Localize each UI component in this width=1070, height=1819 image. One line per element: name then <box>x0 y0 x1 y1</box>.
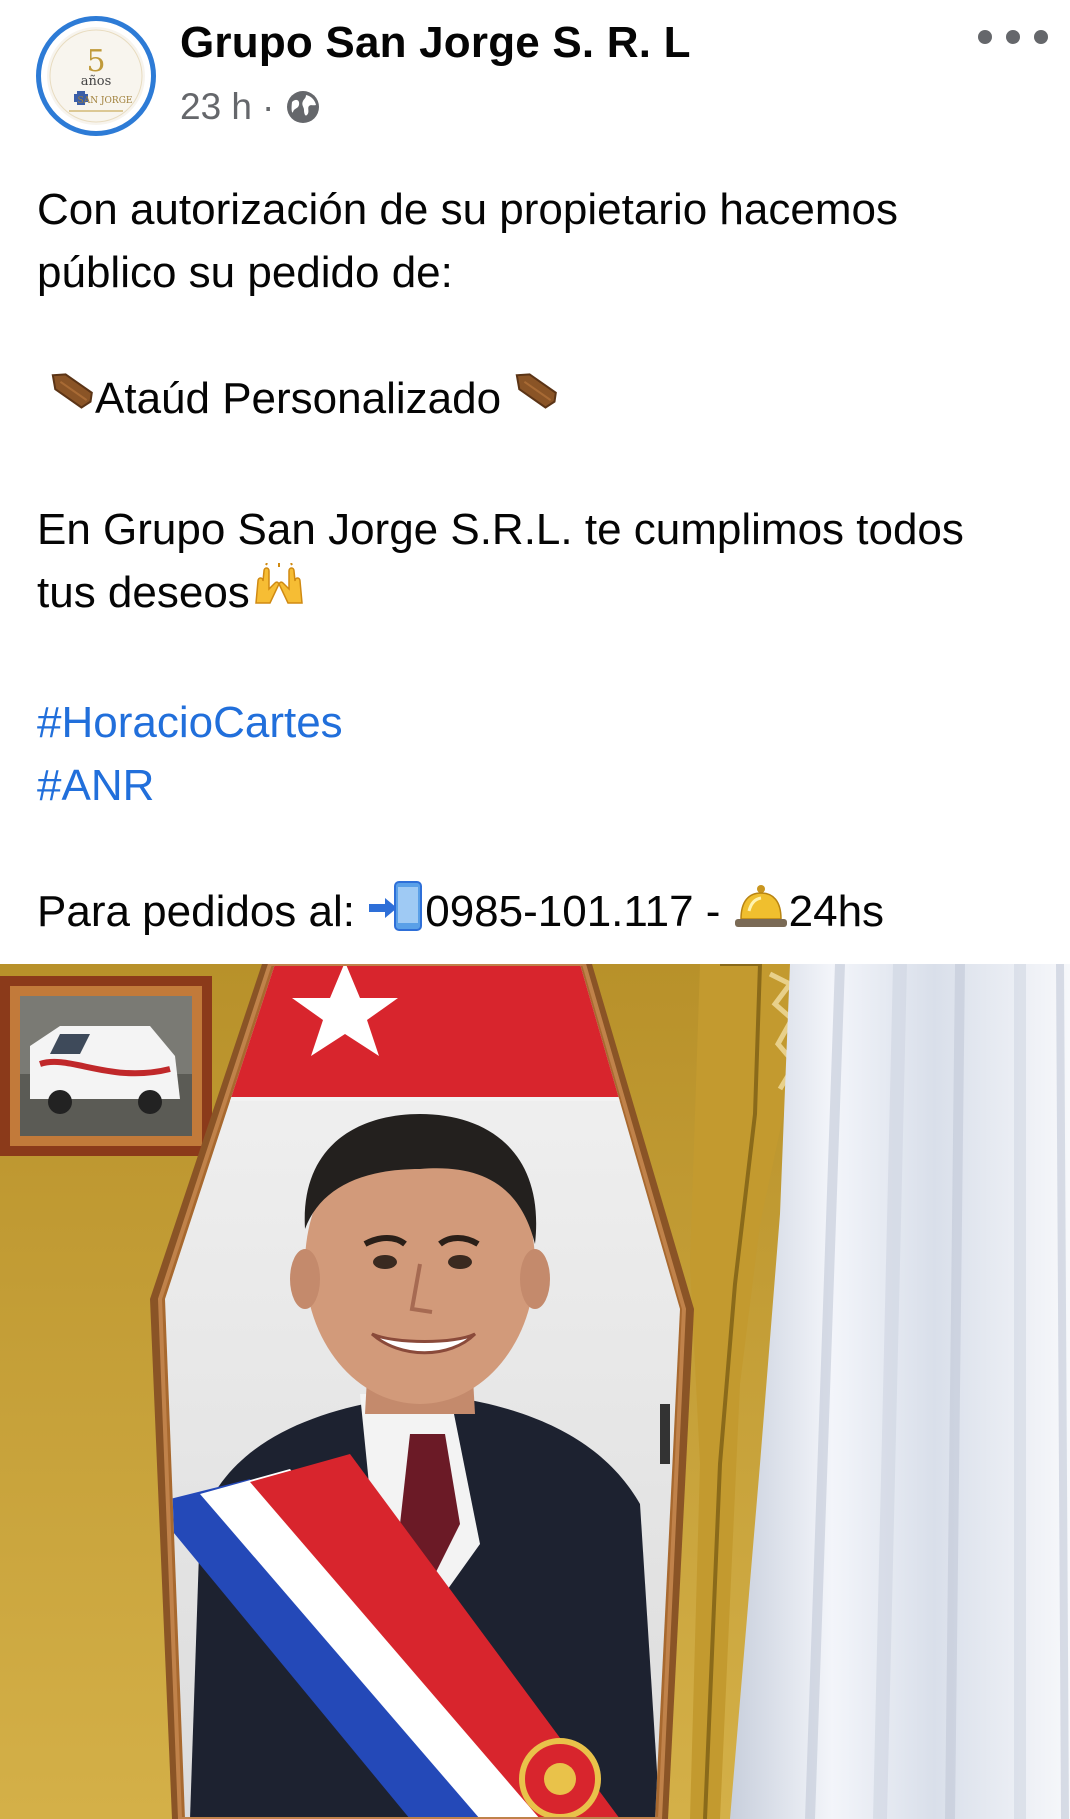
post-header: 5 años SAN JORGE Grupo San Jorge S. R. L… <box>0 0 1070 140</box>
hashtag-anr[interactable]: #ANR <box>37 754 1047 817</box>
globe-icon[interactable] <box>284 88 322 126</box>
post-line-5: tus deseos <box>37 561 1047 628</box>
mobile-arrow-emoji <box>367 880 425 949</box>
meta-separator: · <box>262 86 275 127</box>
coffin <box>150 964 694 1819</box>
avatar-brand: SAN JORGE <box>78 96 133 106</box>
avatar-word: años <box>81 74 112 89</box>
coffin-latch <box>660 1404 670 1464</box>
coffin-emoji <box>37 368 95 435</box>
post-line-2: público su pedido de: <box>37 248 453 297</box>
raising-hands-emoji <box>250 562 308 628</box>
post-line-1: Con autorización de su propietario hacem… <box>37 185 898 234</box>
post-meta: 23 h · <box>180 86 322 128</box>
order-prefix: Para pedidos al: <box>37 886 368 936</box>
bell-emoji <box>733 881 789 948</box>
page-name[interactable]: Grupo San Jorge S. R. L <box>180 18 691 68</box>
wishes-text: tus deseos <box>37 567 250 617</box>
phone-number[interactable]: 0985-101.117 - <box>425 887 732 936</box>
coffin-label: Ataúd Personalizado <box>95 374 502 423</box>
post-photo[interactable] <box>0 964 1070 1819</box>
order-line: Para pedidos al: 0985-101.117 - 24hs <box>37 880 1047 949</box>
framed-picture <box>0 976 212 1156</box>
hours-text: 24hs <box>788 886 885 936</box>
coffin-emoji <box>501 368 559 435</box>
avatar-logo: 5 años SAN JORGE <box>47 27 145 125</box>
more-options-icon[interactable] <box>978 22 1048 52</box>
post-body: Con autorización de su propietario hacem… <box>37 178 1047 949</box>
post-time[interactable]: 23 h <box>180 86 252 128</box>
hashtag-horaciocartes[interactable]: #HoracioCartes <box>37 691 1047 754</box>
post-line-coffin: Ataúd Personalizado <box>37 367 1047 435</box>
post-line-4: En Grupo San Jorge S.R.L. te cumplimos t… <box>37 504 964 554</box>
page-avatar[interactable]: 5 años SAN JORGE <box>36 16 156 136</box>
